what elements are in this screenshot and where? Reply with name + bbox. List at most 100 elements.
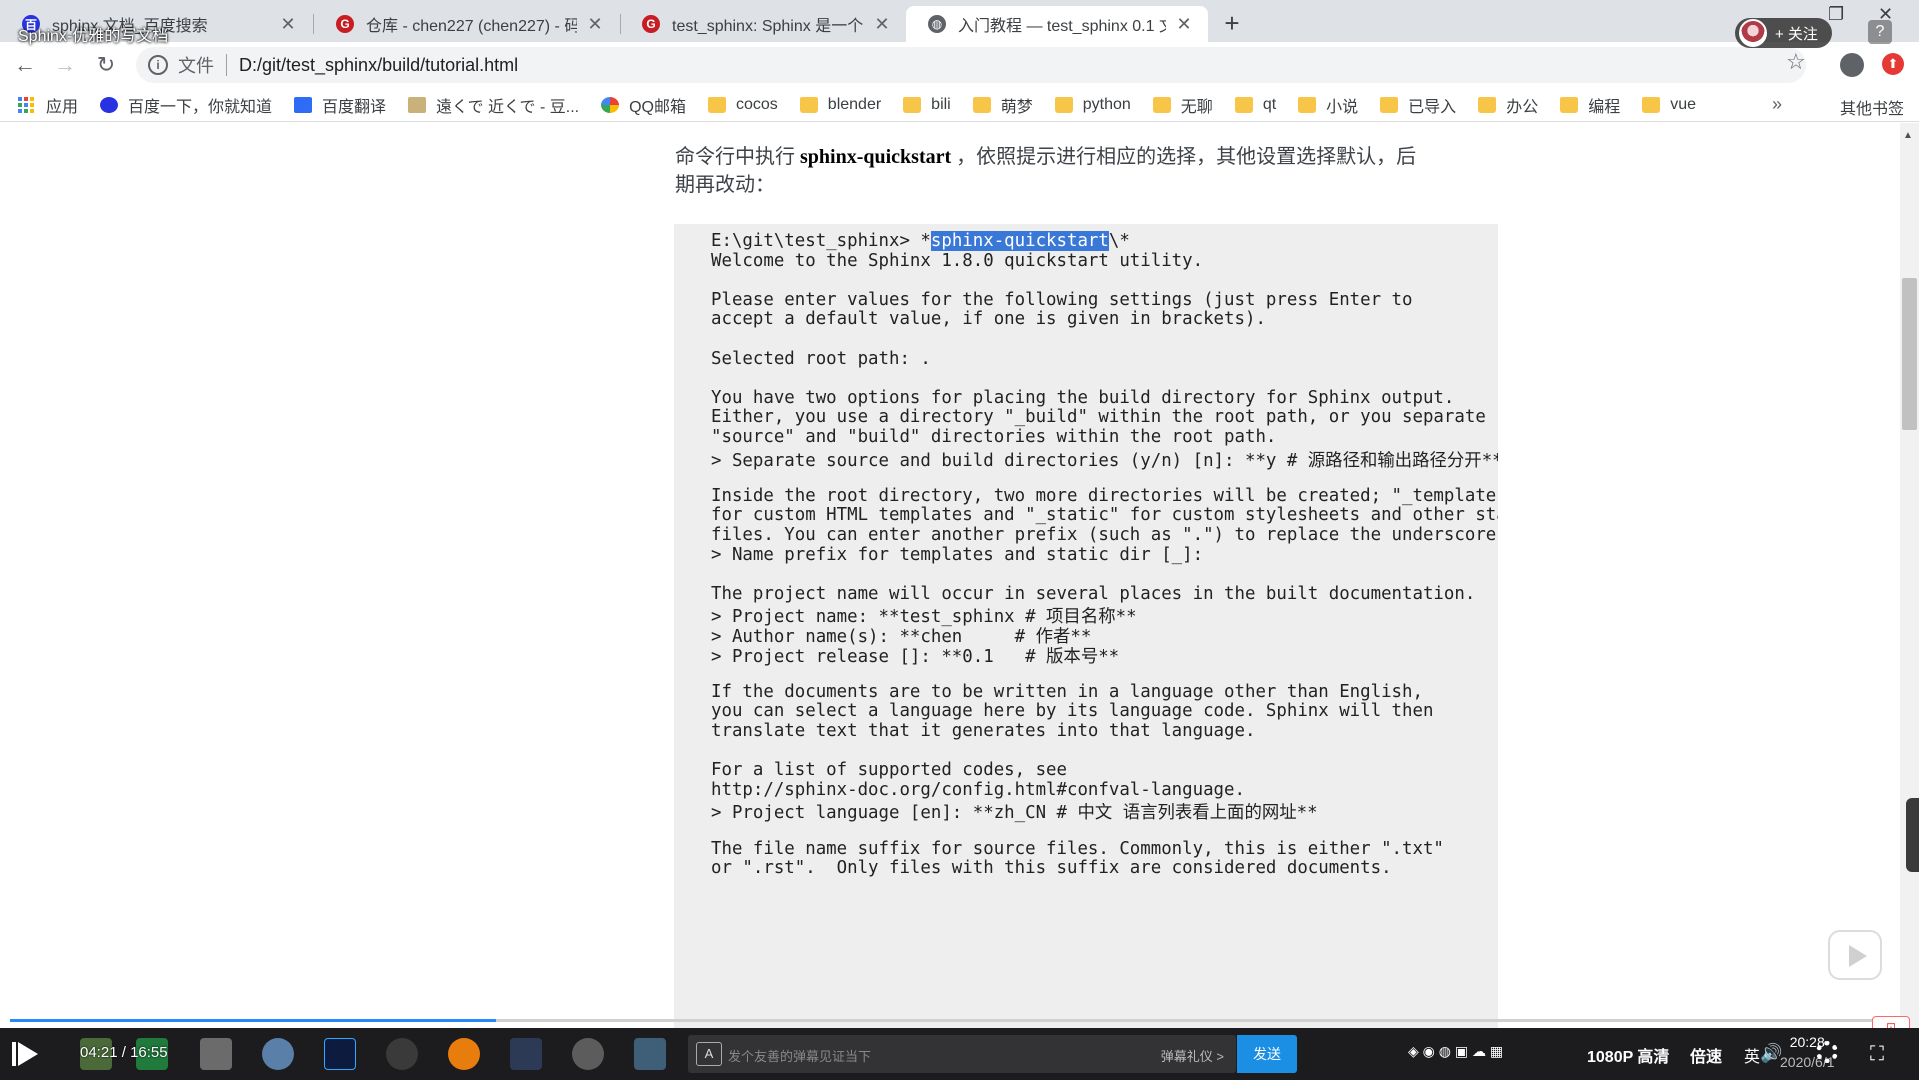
translate-icon: [294, 96, 313, 113]
bookmark-folder-blender[interactable]: blender: [799, 96, 881, 114]
quality-button[interactable]: 1080P 高清: [1587, 1043, 1669, 1067]
address-bar[interactable]: i 文件 D:/git/test_sphinx/build/tutorial.h…: [136, 47, 1806, 83]
bookmark-douban[interactable]: 遠くで 近くで - 豆...: [408, 93, 579, 117]
bookmark-folder-python[interactable]: python: [1054, 95, 1131, 114]
forward-icon[interactable]: →: [50, 50, 80, 80]
bookmark-label: python: [1082, 95, 1131, 113]
bookmark-baidu[interactable]: 百度一下，你就知道: [100, 93, 272, 117]
typora-icon[interactable]: [200, 1038, 232, 1070]
unity-icon[interactable]: [510, 1038, 542, 1070]
scheme-label: 文件: [178, 56, 214, 76]
bookmark-folder-qt[interactable]: qt: [1234, 95, 1277, 114]
folder-icon: [1478, 96, 1497, 113]
scrollbar-thumb[interactable]: [1902, 278, 1917, 430]
profile-icon[interactable]: [1840, 53, 1864, 77]
obs-icon[interactable]: [386, 1038, 418, 1070]
code-line: for custom HTML templates and "_static" …: [711, 505, 1498, 526]
floating-play-icon[interactable]: [1828, 930, 1882, 980]
bookmark-qqmail[interactable]: QQ邮箱: [601, 93, 686, 117]
bookmark-folder-cocos[interactable]: cocos: [708, 96, 778, 114]
bookmark-folder-novel[interactable]: 小说: [1298, 93, 1358, 117]
page-scrollbar[interactable]: [1900, 123, 1919, 1028]
extension-icon[interactable]: ⬆: [1882, 53, 1904, 75]
bookmark-label: bili: [931, 95, 951, 113]
code-line: files. You can enter another prefix (suc…: [711, 525, 1498, 545]
send-button[interactable]: 发送: [1237, 1035, 1297, 1073]
play-icon[interactable]: [18, 1042, 38, 1066]
blender-icon[interactable]: [448, 1038, 480, 1070]
photoshop-icon[interactable]: [324, 1038, 356, 1070]
intro-suffix: ，依照提示进行相应的选择，其他设置选择默认，后: [951, 146, 1417, 168]
prompt-prefix: E:\git\test_sphinx> *: [711, 231, 931, 251]
tab-3-active[interactable]: ◍ 入门教程 — test_sphinx 0.1 文档 ✕: [906, 6, 1208, 42]
bookmark-label: 其他书签: [1840, 101, 1905, 118]
danmu-placeholder: 发个友善的弹幕见证当下: [728, 1049, 872, 1064]
settings-gear-icon[interactable]: [1816, 1041, 1838, 1063]
folder-icon: [1234, 96, 1253, 113]
bookmark-folder-office[interactable]: 办公: [1478, 93, 1538, 117]
code-line: Welcome to the Sphinx 1.8.0 quickstart u…: [711, 250, 1204, 271]
bookmark-star-icon[interactable]: ☆: [1786, 49, 1806, 75]
tab-2[interactable]: G test_sphinx: Sphinx 是一个工具 ✕: [620, 6, 906, 42]
bookmark-apps[interactable]: 应用: [18, 93, 78, 117]
fullscreen-icon[interactable]: ⛶: [1870, 1043, 1884, 1066]
folder-icon: [1812, 99, 1830, 115]
speed-button[interactable]: 倍速: [1690, 1043, 1722, 1067]
restore-icon[interactable]: ❐: [1828, 4, 1844, 25]
close-icon[interactable]: ✕: [278, 14, 298, 35]
bookmark-label: 小说: [1326, 98, 1359, 116]
folder-icon: [1642, 96, 1661, 113]
url-text[interactable]: D:/git/test_sphinx/build/tutorial.html: [239, 55, 518, 76]
code-line: You have two options for placing the bui…: [711, 387, 1455, 408]
tab-title: test_sphinx: Sphinx 是一个工具: [672, 18, 864, 35]
bookmark-label: qt: [1262, 95, 1277, 113]
bookmark-folder-imported[interactable]: 已导入: [1380, 93, 1456, 117]
bookmarks-overflow-icon[interactable]: »: [1772, 94, 1782, 115]
code-line: > Name prefix for templates and static d…: [711, 544, 1204, 565]
code-line: For a list of supported codes, see: [711, 760, 1067, 781]
danmu-style-icon[interactable]: A: [696, 1042, 722, 1066]
bookmark-folder-vue[interactable]: vue: [1642, 96, 1696, 114]
bookmark-folder-wuliao[interactable]: 无聊: [1152, 93, 1213, 117]
bookmark-label: vue: [1670, 95, 1697, 113]
bookmark-label: 无聊: [1180, 98, 1213, 116]
bookmark-label: 编程: [1588, 98, 1621, 116]
close-icon[interactable]: ✕: [872, 14, 892, 35]
close-icon[interactable]: ✕: [1174, 14, 1194, 35]
selected-text[interactable]: sphinx-quickstart: [930, 231, 1109, 251]
danmu-input[interactable]: A 发个友善的弹幕见证当下 弹幕礼仪 >: [688, 1035, 1236, 1073]
bookmark-folder-bili[interactable]: bili: [903, 96, 951, 114]
follow-button[interactable]: + 关注: [1735, 18, 1832, 48]
gitee-icon: G: [642, 15, 660, 33]
tab-1[interactable]: G 仓库 - chen227 (chen227) - 码云 ✕: [314, 6, 619, 42]
code-line: The project name will occur in several p…: [711, 583, 1476, 604]
explorer-icon[interactable]: [634, 1038, 666, 1070]
ime-indicator[interactable]: 英: [1744, 1043, 1760, 1067]
code-line: Selected root path: .: [711, 348, 931, 369]
baidu-paw-icon: [100, 96, 119, 113]
qq-icon[interactable]: [262, 1038, 294, 1070]
new-tab-button[interactable]: +: [1216, 8, 1248, 40]
bookmark-other[interactable]: 其他书签: [1812, 95, 1904, 119]
bookmark-label: cocos: [736, 95, 778, 113]
chrome-icon[interactable]: [572, 1038, 604, 1070]
side-panel-handle[interactable]: [1906, 798, 1919, 872]
bookmark-label: 已导入: [1408, 98, 1457, 116]
reload-icon[interactable]: ↻: [91, 50, 121, 80]
back-icon[interactable]: ←: [10, 50, 40, 80]
bookmark-translate[interactable]: 百度翻译: [294, 93, 386, 117]
bookmark-label: 应用: [46, 98, 79, 116]
folder-icon: [1152, 96, 1171, 113]
douban-icon: [408, 96, 427, 113]
info-icon[interactable]: i: [148, 55, 168, 75]
danmu-etiquette-link[interactable]: 弹幕礼仪 >: [1161, 1046, 1224, 1065]
help-icon[interactable]: ?: [1868, 20, 1892, 44]
apps-grid-icon: [18, 96, 34, 113]
address-separator: [226, 54, 227, 76]
taskbar: 04:21 / 16:55 A 发个友善的弹幕见证当下 弹幕礼仪 > 发送 ◈ …: [0, 1028, 1919, 1080]
close-icon[interactable]: ✕: [585, 14, 605, 35]
scroll-up-icon[interactable]: ▲: [1903, 130, 1913, 141]
bookmark-folder-mengmeng[interactable]: 萌梦: [972, 93, 1033, 117]
code-line: accept a default value, if one is given …: [711, 309, 1266, 330]
bookmark-folder-coding[interactable]: 编程: [1560, 93, 1620, 117]
